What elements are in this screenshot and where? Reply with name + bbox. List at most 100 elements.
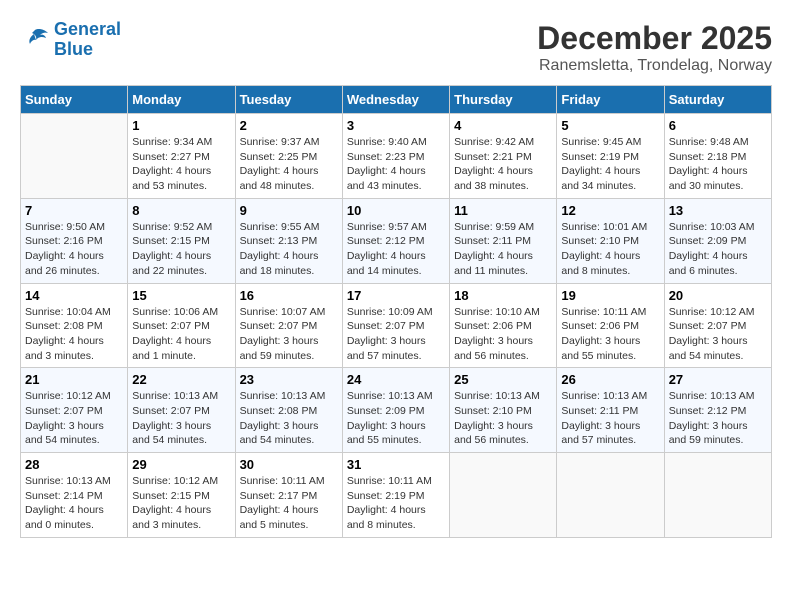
day-cell: 29 Sunrise: 10:12 AMSunset: 2:15 PMDaylig…: [128, 453, 235, 538]
day-cell: 31Sunrise: 10:11 AMSunset: 2:19 PMDaylig…: [342, 453, 449, 538]
day-number: 17: [347, 288, 445, 303]
day-cell: 21 Sunrise: 10:12 AMSunset: 2:07 PMDaylig…: [21, 368, 128, 453]
header-friday: Friday: [557, 86, 664, 114]
day-info: Sunrise: 10:13 AMSunset: 2:12 PMDaylight…: [669, 389, 767, 448]
day-number: 22: [132, 372, 230, 387]
day-cell: 17 Sunrise: 10:09 AMSunset: 2:07 PMDaylig…: [342, 283, 449, 368]
day-number: 29: [132, 457, 230, 472]
day-number: 15: [132, 288, 230, 303]
day-number: 7: [25, 203, 123, 218]
day-cell: 15 Sunrise: 10:06 AMSunset: 2:07 PMDaylig…: [128, 283, 235, 368]
day-number: 14: [25, 288, 123, 303]
day-cell: 25 Sunrise: 10:13 AMSunset: 2:10 PMDaylig…: [450, 368, 557, 453]
day-info: Sunrise: 10:13 AMSunset: 2:10 PMDaylight…: [454, 389, 552, 448]
day-info: Sunrise: 10:13 AMSunset: 2:14 PMDaylight…: [25, 474, 123, 533]
day-info: Sunrise: 9:50 AMSunset: 2:16 PMDaylight:…: [25, 220, 123, 279]
day-number: 4: [454, 118, 552, 133]
day-number: 20: [669, 288, 767, 303]
day-info: Sunrise: 10:01 AMSunset: 2:10 PMDaylight…: [561, 220, 659, 279]
day-cell: [21, 114, 128, 199]
logo-text: General Blue: [54, 20, 121, 60]
day-number: 18: [454, 288, 552, 303]
header-tuesday: Tuesday: [235, 86, 342, 114]
header-thursday: Thursday: [450, 86, 557, 114]
day-info: Sunrise: 9:52 AMSunset: 2:15 PMDaylight:…: [132, 220, 230, 279]
location-title: Ranemsletta, Trondelag, Norway: [537, 57, 772, 75]
day-cell: 24Sunrise: 10:13 AMSunset: 2:09 PMDaylig…: [342, 368, 449, 453]
day-info: Sunrise: 10:11 AMSunset: 2:06 PMDaylight…: [561, 305, 659, 364]
day-info: Sunrise: 10:11 AMSunset: 2:17 PMDaylight…: [240, 474, 338, 533]
week-row-1: 1 Sunrise: 9:34 AMSunset: 2:27 PMDaylight…: [21, 114, 772, 199]
day-number: 11: [454, 203, 552, 218]
day-number: 25: [454, 372, 552, 387]
day-number: 8: [132, 203, 230, 218]
day-cell: 10 Sunrise: 9:57 AMSunset: 2:12 PMDayligh…: [342, 198, 449, 283]
page-header: General Blue December 2025 Ranemsletta, …: [20, 20, 772, 75]
day-info: Sunrise: 10:06 AMSunset: 2:07 PMDaylight…: [132, 305, 230, 364]
day-info: Sunrise: 9:34 AMSunset: 2:27 PMDaylight:…: [132, 135, 230, 194]
day-number: 26: [561, 372, 659, 387]
day-number: 1: [132, 118, 230, 133]
day-info: Sunrise: 10:04 AMSunset: 2:08 PMDaylight…: [25, 305, 123, 364]
day-number: 23: [240, 372, 338, 387]
day-info: Sunrise: 10:13 AMSunset: 2:08 PMDaylight…: [240, 389, 338, 448]
day-info: Sunrise: 10:07 AMSunset: 2:07 PMDaylight…: [240, 305, 338, 364]
day-cell: 4Sunrise: 9:42 AMSunset: 2:21 PMDaylight…: [450, 114, 557, 199]
logo: General Blue: [20, 20, 121, 60]
day-cell: 2Sunrise: 9:37 AMSunset: 2:25 PMDaylight…: [235, 114, 342, 199]
day-number: 21: [25, 372, 123, 387]
day-cell: 13 Sunrise: 10:03 AMSunset: 2:09 PMDaylig…: [664, 198, 771, 283]
day-number: 12: [561, 203, 659, 218]
week-row-3: 14 Sunrise: 10:04 AMSunset: 2:08 PMDaylig…: [21, 283, 772, 368]
day-cell: 1 Sunrise: 9:34 AMSunset: 2:27 PMDaylight…: [128, 114, 235, 199]
day-number: 10: [347, 203, 445, 218]
calendar-table: SundayMondayTuesdayWednesdayThursdayFrid…: [20, 85, 772, 538]
day-info: Sunrise: 9:45 AMSunset: 2:19 PMDaylight:…: [561, 135, 659, 194]
logo-icon: [20, 26, 50, 54]
week-row-4: 21 Sunrise: 10:12 AMSunset: 2:07 PMDaylig…: [21, 368, 772, 453]
week-row-5: 28 Sunrise: 10:13 AMSunset: 2:14 PMDaylig…: [21, 453, 772, 538]
day-info: Sunrise: 10:12 AMSunset: 2:07 PMDaylight…: [25, 389, 123, 448]
day-number: 9: [240, 203, 338, 218]
day-cell: 27Sunrise: 10:13 AMSunset: 2:12 PMDaylig…: [664, 368, 771, 453]
day-cell: 6Sunrise: 9:48 AMSunset: 2:18 PMDaylight…: [664, 114, 771, 199]
header-saturday: Saturday: [664, 86, 771, 114]
day-cell: 9 Sunrise: 9:55 AMSunset: 2:13 PMDaylight…: [235, 198, 342, 283]
day-info: Sunrise: 10:09 AMSunset: 2:07 PMDaylight…: [347, 305, 445, 364]
day-cell: 7 Sunrise: 9:50 AMSunset: 2:16 PMDaylight…: [21, 198, 128, 283]
day-number: 30: [240, 457, 338, 472]
title-block: December 2025 Ranemsletta, Trondelag, No…: [537, 20, 772, 75]
header-row: SundayMondayTuesdayWednesdayThursdayFrid…: [21, 86, 772, 114]
day-info: Sunrise: 10:13 AMSunset: 2:11 PMDaylight…: [561, 389, 659, 448]
day-info: Sunrise: 10:13 AMSunset: 2:07 PMDaylight…: [132, 389, 230, 448]
day-info: Sunrise: 10:10 AMSunset: 2:06 PMDaylight…: [454, 305, 552, 364]
day-number: 24: [347, 372, 445, 387]
header-monday: Monday: [128, 86, 235, 114]
day-cell: 12 Sunrise: 10:01 AMSunset: 2:10 PMDaylig…: [557, 198, 664, 283]
day-cell: 3Sunrise: 9:40 AMSunset: 2:23 PMDaylight…: [342, 114, 449, 199]
day-info: Sunrise: 10:12 AMSunset: 2:15 PMDaylight…: [132, 474, 230, 533]
day-cell: 30 Sunrise: 10:11 AMSunset: 2:17 PMDaylig…: [235, 453, 342, 538]
day-info: Sunrise: 9:55 AMSunset: 2:13 PMDaylight:…: [240, 220, 338, 279]
header-sunday: Sunday: [21, 86, 128, 114]
day-cell: [450, 453, 557, 538]
day-cell: 11 Sunrise: 9:59 AMSunset: 2:11 PMDayligh…: [450, 198, 557, 283]
day-number: 16: [240, 288, 338, 303]
day-info: Sunrise: 9:59 AMSunset: 2:11 PMDaylight:…: [454, 220, 552, 279]
day-number: 3: [347, 118, 445, 133]
month-title: December 2025: [537, 20, 772, 57]
day-info: Sunrise: 9:48 AMSunset: 2:18 PMDaylight:…: [669, 135, 767, 194]
day-cell: 8 Sunrise: 9:52 AMSunset: 2:15 PMDaylight…: [128, 198, 235, 283]
header-wednesday: Wednesday: [342, 86, 449, 114]
day-info: Sunrise: 10:03 AMSunset: 2:09 PMDaylight…: [669, 220, 767, 279]
day-number: 19: [561, 288, 659, 303]
day-number: 28: [25, 457, 123, 472]
day-cell: [664, 453, 771, 538]
day-info: Sunrise: 9:57 AMSunset: 2:12 PMDaylight:…: [347, 220, 445, 279]
day-cell: 20Sunrise: 10:12 AMSunset: 2:07 PMDaylig…: [664, 283, 771, 368]
day-cell: 19 Sunrise: 10:11 AMSunset: 2:06 PMDaylig…: [557, 283, 664, 368]
day-number: 13: [669, 203, 767, 218]
day-number: 5: [561, 118, 659, 133]
day-info: Sunrise: 10:11 AMSunset: 2:19 PMDaylight…: [347, 474, 445, 533]
day-cell: 18 Sunrise: 10:10 AMSunset: 2:06 PMDaylig…: [450, 283, 557, 368]
